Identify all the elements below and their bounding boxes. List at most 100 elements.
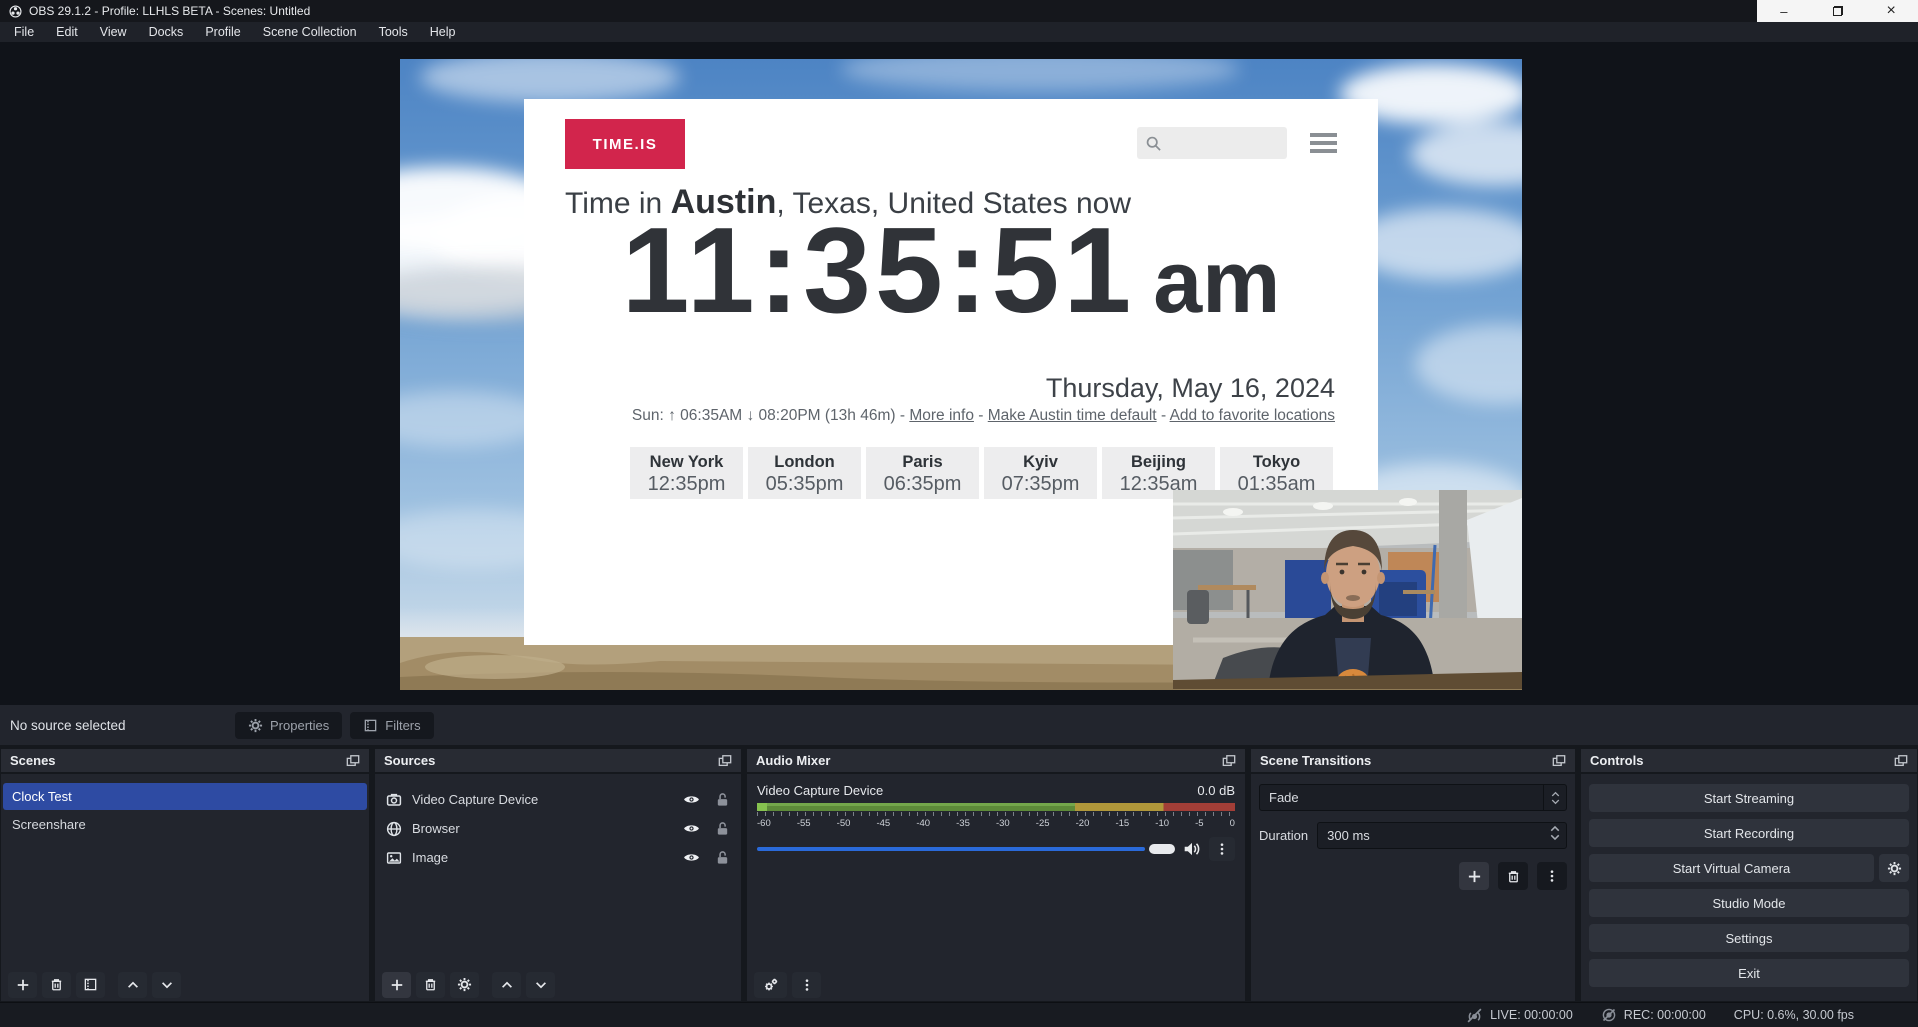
settings-button[interactable]: Settings [1589,924,1909,952]
source-toolbar: No source selected Properties Filters [0,705,1918,745]
obs-logo-icon [9,5,22,18]
source-item-video-capture[interactable]: Video Capture Device [375,785,741,814]
plus-icon [1467,869,1482,884]
preview-workspace: TIME.IS Time in Austin, Texas, United St… [0,42,1918,705]
start-virtual-camera-button[interactable]: Start Virtual Camera [1589,854,1874,882]
make-default-link[interactable]: Make Austin time default [988,407,1157,424]
popout-icon[interactable] [1222,754,1236,768]
sources-panel: Sources Video Capture Device [374,748,742,1002]
remove-transition-button[interactable] [1498,862,1528,890]
transition-select[interactable]: Fade [1259,784,1567,811]
volume-slider-row [757,837,1235,861]
menu-docks[interactable]: Docks [138,22,195,42]
scene-up-button[interactable] [118,972,147,998]
add-favorite-link[interactable]: Add to favorite locations [1170,407,1335,424]
add-scene-button[interactable] [8,972,37,998]
trash-icon [1506,869,1521,884]
lock-open-icon[interactable] [715,792,730,807]
source-item-browser[interactable]: Browser [375,814,741,843]
globe-icon [386,821,402,837]
start-recording-button[interactable]: Start Recording [1589,819,1909,847]
virtual-camera-config-button[interactable] [1879,854,1909,882]
source-list: Video Capture Device Browser [375,774,741,872]
program-preview[interactable]: TIME.IS Time in Austin, Texas, United St… [400,59,1522,690]
gear-icon [1887,861,1902,876]
filters-button[interactable]: Filters [350,712,433,739]
audio-mixer-header[interactable]: Audio Mixer [747,749,1245,774]
mixer-menu-button[interactable] [792,972,821,998]
advanced-audio-button[interactable] [754,972,787,998]
duration-input[interactable]: 300 ms [1317,822,1567,849]
city-kyiv[interactable]: Kyiv07:35pm [984,447,1097,499]
hamburger-menu-icon[interactable] [1310,133,1337,153]
speaker-icon[interactable] [1183,840,1201,858]
scene-filters-button[interactable] [76,972,105,998]
menu-view[interactable]: View [89,22,138,42]
popout-icon[interactable] [1894,754,1908,768]
volume-meter [757,803,1235,811]
popout-icon[interactable] [1552,754,1566,768]
remove-source-button[interactable] [416,972,445,998]
rec-status: REC: 00:00:00 [1601,1007,1706,1023]
remove-scene-button[interactable] [42,972,71,998]
source-item-image[interactable]: Image [375,843,741,872]
add-source-button[interactable] [382,972,411,998]
volume-slider-handle[interactable] [1149,844,1175,854]
menu-edit[interactable]: Edit [45,22,89,42]
scene-down-button[interactable] [152,972,181,998]
popout-icon[interactable] [718,754,732,768]
more-info-link[interactable]: More info [909,407,974,424]
studio-mode-button[interactable]: Studio Mode [1589,889,1909,917]
timeis-logo[interactable]: TIME.IS [565,119,685,169]
plus-icon [16,978,30,992]
menu-scene-collection[interactable]: Scene Collection [252,22,368,42]
gear-icon [457,977,472,992]
city-newyork[interactable]: New York12:35pm [630,447,743,499]
city-paris[interactable]: Paris06:35pm [866,447,979,499]
chevron-up-icon [126,978,140,992]
volume-slider[interactable] [757,847,1145,851]
lock-open-icon[interactable] [715,850,730,865]
menubar: File Edit View Docks Profile Scene Colle… [0,22,1918,42]
menu-help[interactable]: Help [419,22,467,42]
transition-menu-button[interactable] [1537,862,1567,890]
menu-tools[interactable]: Tools [368,22,419,42]
visibility-eye-icon[interactable] [683,849,700,866]
exit-button[interactable]: Exit [1589,959,1909,987]
chevron-up-icon [1550,825,1560,832]
menu-file[interactable]: File [3,22,45,42]
visibility-eye-icon[interactable] [683,791,700,808]
source-up-button[interactable] [492,972,521,998]
filter-icon [83,977,98,992]
mixer-source-menu-button[interactable] [1209,837,1235,861]
scenes-header[interactable]: Scenes [1,749,369,774]
menu-profile[interactable]: Profile [194,22,251,42]
scene-item-screenshare[interactable]: Screenshare [3,811,367,838]
source-down-button[interactable] [526,972,555,998]
minimize-button[interactable]: – [1757,0,1811,22]
lock-open-icon[interactable] [715,821,730,836]
source-properties-button[interactable] [450,972,479,998]
start-streaming-button[interactable]: Start Streaming [1589,784,1909,812]
city-london[interactable]: London05:35pm [748,447,861,499]
popout-icon[interactable] [346,754,360,768]
controls-header[interactable]: Controls [1581,749,1917,774]
transitions-header[interactable]: Scene Transitions [1251,749,1575,774]
restore-button[interactable] [1811,0,1865,22]
trash-icon [49,977,64,992]
meridiem: am [1153,238,1280,326]
close-button[interactable]: × [1864,0,1918,22]
live-status: LIVE: 00:00:00 [1466,1007,1573,1024]
dropdown-spinner[interactable] [1543,785,1566,810]
camera-icon [386,792,402,808]
properties-button[interactable]: Properties [235,712,342,739]
spinbox-arrows[interactable] [1550,825,1560,841]
scene-item-clock-test[interactable]: Clock Test [3,783,367,810]
source-status-label: No source selected [10,718,235,733]
add-transition-button[interactable] [1459,862,1489,890]
search-input[interactable] [1137,127,1287,159]
visibility-eye-icon[interactable] [683,820,700,837]
transition-selected: Fade [1260,790,1299,805]
sources-header[interactable]: Sources [375,749,741,774]
chevron-down-icon [534,978,548,992]
